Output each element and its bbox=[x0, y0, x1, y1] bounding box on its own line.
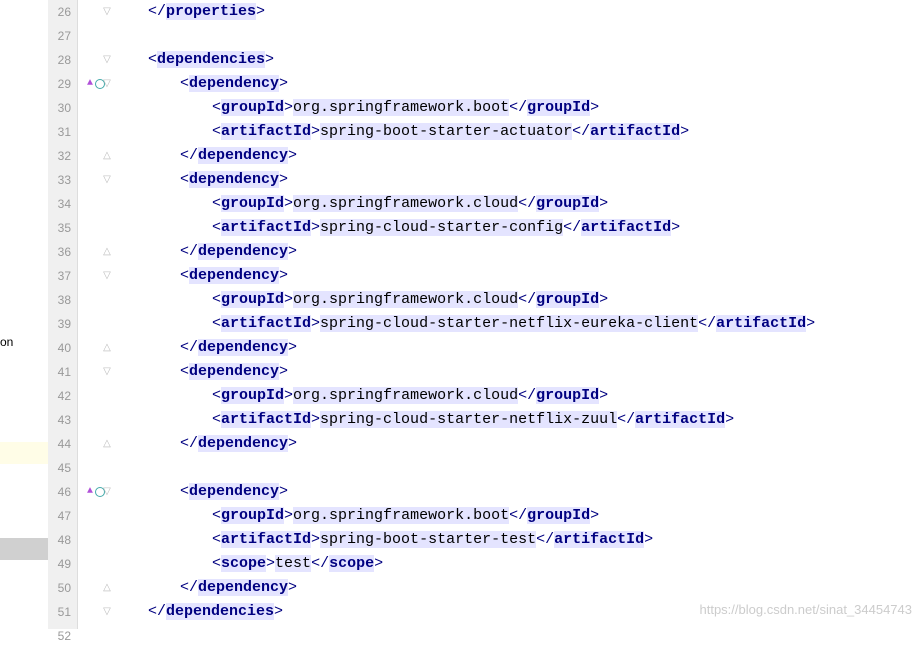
line-number: 27 bbox=[48, 24, 77, 48]
line-number: 50 bbox=[48, 576, 77, 600]
line-number: 34 bbox=[48, 192, 77, 216]
line-number: 29 bbox=[48, 72, 77, 96]
code-line[interactable]: <dependency> bbox=[148, 480, 924, 504]
code-line[interactable]: <artifactId>spring-boot-starter-test</ar… bbox=[148, 528, 924, 552]
line-number: 37 bbox=[48, 264, 77, 288]
code-line[interactable]: <dependency> bbox=[148, 72, 924, 96]
code-area[interactable]: </properties><dependencies><dependency><… bbox=[114, 0, 924, 629]
fold-open-icon[interactable]: ▽ bbox=[102, 486, 112, 498]
code-line[interactable]: </properties> bbox=[148, 0, 924, 24]
line-number: 28 bbox=[48, 48, 77, 72]
code-line[interactable]: <dependency> bbox=[148, 168, 924, 192]
fold-close-icon[interactable]: ▽ bbox=[102, 6, 112, 18]
fold-end-icon[interactable]: △ bbox=[102, 342, 112, 354]
line-number: 52 bbox=[48, 624, 77, 648]
fold-open-icon[interactable]: ▽ bbox=[102, 78, 112, 90]
code-line[interactable]: </dependency> bbox=[148, 336, 924, 360]
line-number: 40 bbox=[48, 336, 77, 360]
code-line[interactable]: <artifactId>spring-cloud-starter-config<… bbox=[148, 216, 924, 240]
highlight-yellow bbox=[0, 442, 48, 464]
code-line[interactable]: <artifactId>spring-boot-starter-actuator… bbox=[148, 120, 924, 144]
line-number: 51 bbox=[48, 600, 77, 624]
code-line[interactable]: <groupId>org.springframework.cloud</grou… bbox=[148, 192, 924, 216]
line-number: 42 bbox=[48, 384, 77, 408]
code-line[interactable]: <groupId>org.springframework.boot</group… bbox=[148, 504, 924, 528]
code-line[interactable]: <dependency> bbox=[148, 360, 924, 384]
line-number: 26 bbox=[48, 0, 77, 24]
code-line[interactable]: </dependency> bbox=[148, 576, 924, 600]
truncated-text: on bbox=[0, 335, 13, 349]
code-line[interactable] bbox=[148, 456, 924, 480]
line-number: 38 bbox=[48, 288, 77, 312]
code-line[interactable]: </dependency> bbox=[148, 144, 924, 168]
marker-column: ▲ ▲ ▽ ▽ ▽ ▽ ▽ ▽ ▽ ▽ △ △ △ △ △ bbox=[78, 0, 114, 629]
fold-close-icon[interactable]: ▽ bbox=[102, 606, 112, 618]
line-number: 41 bbox=[48, 360, 77, 384]
code-line[interactable] bbox=[148, 624, 924, 648]
code-line[interactable]: <scope>test</scope> bbox=[148, 552, 924, 576]
line-number: 48 bbox=[48, 528, 77, 552]
code-line[interactable]: <dependency> bbox=[148, 264, 924, 288]
fold-end-icon[interactable]: △ bbox=[102, 150, 112, 162]
line-number: 43 bbox=[48, 408, 77, 432]
code-line[interactable]: <dependencies> bbox=[148, 48, 924, 72]
code-line[interactable]: <artifactId>spring-cloud-starter-netflix… bbox=[148, 312, 924, 336]
fold-open-icon[interactable]: ▽ bbox=[102, 174, 112, 186]
fold-end-icon[interactable]: △ bbox=[102, 246, 112, 258]
line-number: 35 bbox=[48, 216, 77, 240]
code-line[interactable] bbox=[148, 24, 924, 48]
fold-open-icon[interactable]: ▽ bbox=[102, 366, 112, 378]
line-number: 49 bbox=[48, 552, 77, 576]
line-number: 44 bbox=[48, 432, 77, 456]
line-number: 39 bbox=[48, 312, 77, 336]
arrow-up-icon: ▲ bbox=[87, 488, 93, 496]
fold-end-icon[interactable]: △ bbox=[102, 582, 112, 594]
arrow-up-icon: ▲ bbox=[87, 80, 93, 88]
code-line[interactable]: <groupId>org.springframework.boot</group… bbox=[148, 96, 924, 120]
code-line[interactable]: <artifactId>spring-cloud-starter-netflix… bbox=[148, 408, 924, 432]
code-editor: on 2627282930313233343536373839404142434… bbox=[0, 0, 924, 629]
line-number: 46 bbox=[48, 480, 77, 504]
fold-open-icon[interactable]: ▽ bbox=[102, 54, 112, 66]
line-number: 32 bbox=[48, 144, 77, 168]
code-line[interactable]: </dependency> bbox=[148, 432, 924, 456]
line-number: 36 bbox=[48, 240, 77, 264]
fold-end-icon[interactable]: △ bbox=[102, 438, 112, 450]
code-line[interactable]: </dependency> bbox=[148, 240, 924, 264]
line-number: 31 bbox=[48, 120, 77, 144]
line-number-gutter: 2627282930313233343536373839404142434445… bbox=[48, 0, 78, 629]
fold-open-icon[interactable]: ▽ bbox=[102, 270, 112, 282]
code-line[interactable]: <groupId>org.springframework.cloud</grou… bbox=[148, 288, 924, 312]
line-number: 45 bbox=[48, 456, 77, 480]
line-number: 30 bbox=[48, 96, 77, 120]
line-number: 33 bbox=[48, 168, 77, 192]
highlight-grey bbox=[0, 538, 48, 560]
left-strip: on bbox=[0, 0, 48, 629]
code-line[interactable]: <groupId>org.springframework.cloud</grou… bbox=[148, 384, 924, 408]
watermark-text: https://blog.csdn.net/sinat_34454743 bbox=[700, 602, 913, 617]
line-number: 47 bbox=[48, 504, 77, 528]
